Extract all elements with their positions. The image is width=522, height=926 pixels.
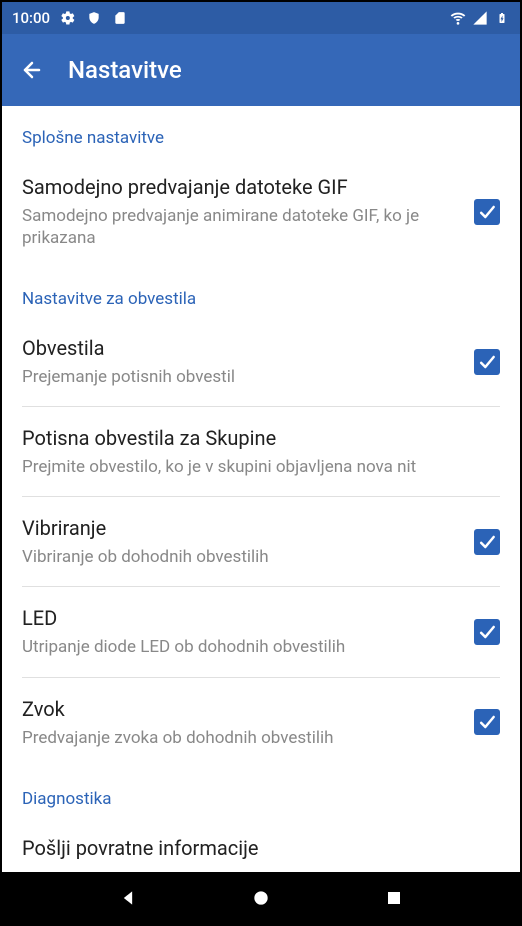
setting-title: Potisna obvestila za Skupine [22,425,490,452]
setting-gif-autoplay[interactable]: Samodejno predvajanje datoteke GIF Samod… [2,156,520,267]
app-bar: Nastavitve [2,34,520,106]
checkbox-led[interactable] [474,619,500,645]
section-header-diagnostics: Diagnostika [2,767,520,817]
status-time: 10:00 [12,9,50,27]
setting-title: Pošlji povratne informacije [22,835,490,862]
wifi-icon [450,10,466,26]
settings-list: Splošne nastavitve Samodejno predvajanje… [2,106,520,872]
setting-title: Samodejno predvajanje datoteke GIF [22,174,464,201]
nav-back-button[interactable] [116,886,140,910]
gear-icon [60,10,76,26]
setting-subtitle: Vibriranje ob dohodnih obvestilih [22,546,464,568]
page-title: Nastavitve [68,56,182,84]
setting-vibrate[interactable]: Vibriranje Vibriranje ob dohodnih obvest… [22,497,500,587]
setting-subtitle: Prejemanje potisnih obvestil [22,366,464,388]
status-bar: 10:00 [2,2,520,34]
navigation-bar [2,872,520,924]
setting-title: Zvok [22,696,464,723]
setting-subtitle: Predvajanje zvoka ob dohodnih obvestilih [22,727,464,749]
setting-title: Obvestila [22,335,464,362]
checkbox-notifications[interactable] [474,349,500,375]
nav-home-button[interactable] [249,886,273,910]
sd-card-icon [112,10,128,26]
setting-group-push[interactable]: Potisna obvestila za Skupine Prejmite ob… [22,407,500,497]
setting-feedback[interactable]: Pošlji povratne informacije [2,817,520,872]
setting-subtitle: Samodejno predvajanje animirane datoteke… [22,205,464,249]
checkbox-vibrate[interactable] [474,529,500,555]
setting-notifications[interactable]: Obvestila Prejemanje potisnih obvestil [22,317,500,407]
nav-recent-button[interactable] [382,886,406,910]
section-header-general: Splošne nastavitve [2,106,520,156]
signal-icon [472,10,488,26]
section-header-notifications: Nastavitve za obvestila [2,267,520,317]
setting-led[interactable]: LED Utripanje diode LED ob dohodnih obve… [22,587,500,677]
battery-charging-icon [494,10,510,26]
setting-title: LED [22,605,464,632]
checkbox-gif[interactable] [474,199,500,225]
checkbox-sound[interactable] [474,709,500,735]
setting-title: Vibriranje [22,515,464,542]
setting-subtitle: Utripanje diode LED ob dohodnih obvestil… [22,636,464,658]
setting-sound[interactable]: Zvok Predvajanje zvoka ob dohodnih obves… [2,678,520,767]
shield-icon [86,10,102,26]
setting-subtitle: Prejmite obvestilo, ko je v skupini obja… [22,456,490,478]
back-button[interactable] [20,58,44,82]
